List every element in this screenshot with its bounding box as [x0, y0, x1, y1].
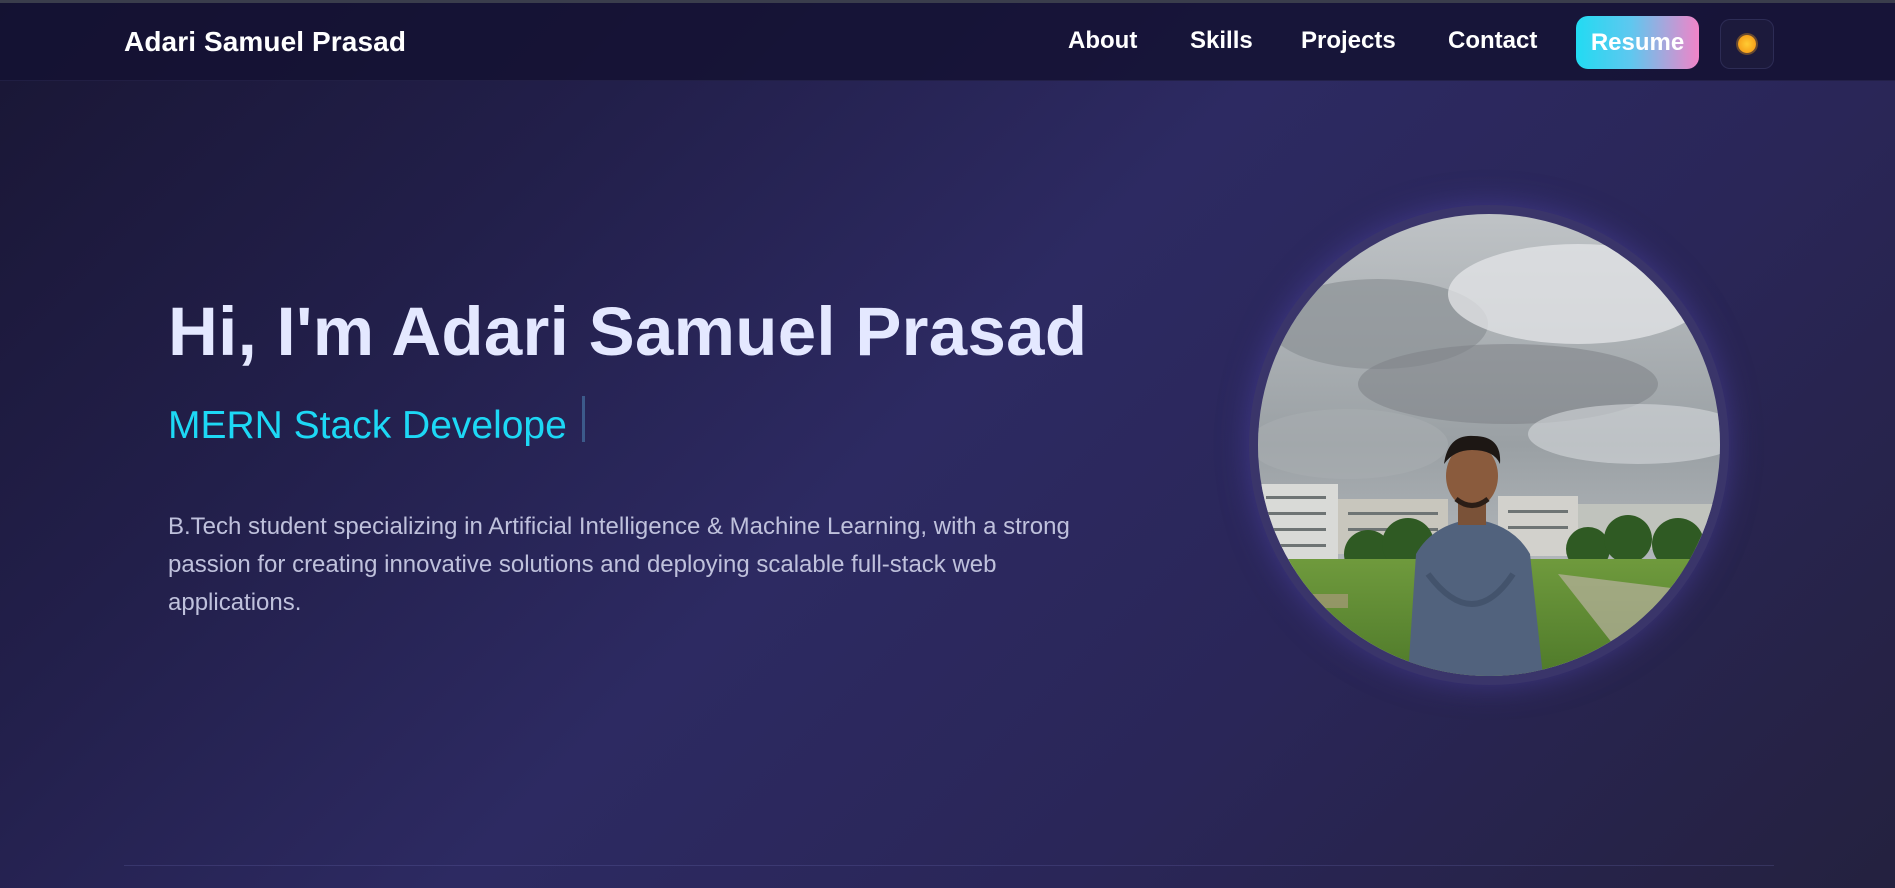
section-divider: [124, 865, 1774, 866]
top-navbar: Adari Samuel Prasad About Skills Project…: [0, 3, 1895, 81]
hero-title: Hi, I'm Adari Samuel Prasad: [168, 293, 1088, 370]
theme-toggle-button[interactable]: [1720, 19, 1774, 69]
nav-link-skills[interactable]: Skills: [1190, 27, 1253, 55]
brand-logo-text[interactable]: Adari Samuel Prasad: [124, 26, 406, 58]
hero-description: B.Tech student specializing in Artificia…: [168, 513, 1070, 616]
nav-link-contact[interactable]: Contact: [1448, 27, 1537, 55]
typing-caret: [582, 396, 585, 442]
nav-link-projects[interactable]: Projects: [1301, 27, 1396, 55]
hero-role-typing-text: MERN Stack Develope: [168, 404, 567, 447]
sun-icon: [1738, 35, 1756, 53]
resume-button[interactable]: Resume: [1576, 16, 1699, 69]
nav-link-about[interactable]: About: [1068, 27, 1137, 55]
profile-photo: [1258, 214, 1720, 676]
